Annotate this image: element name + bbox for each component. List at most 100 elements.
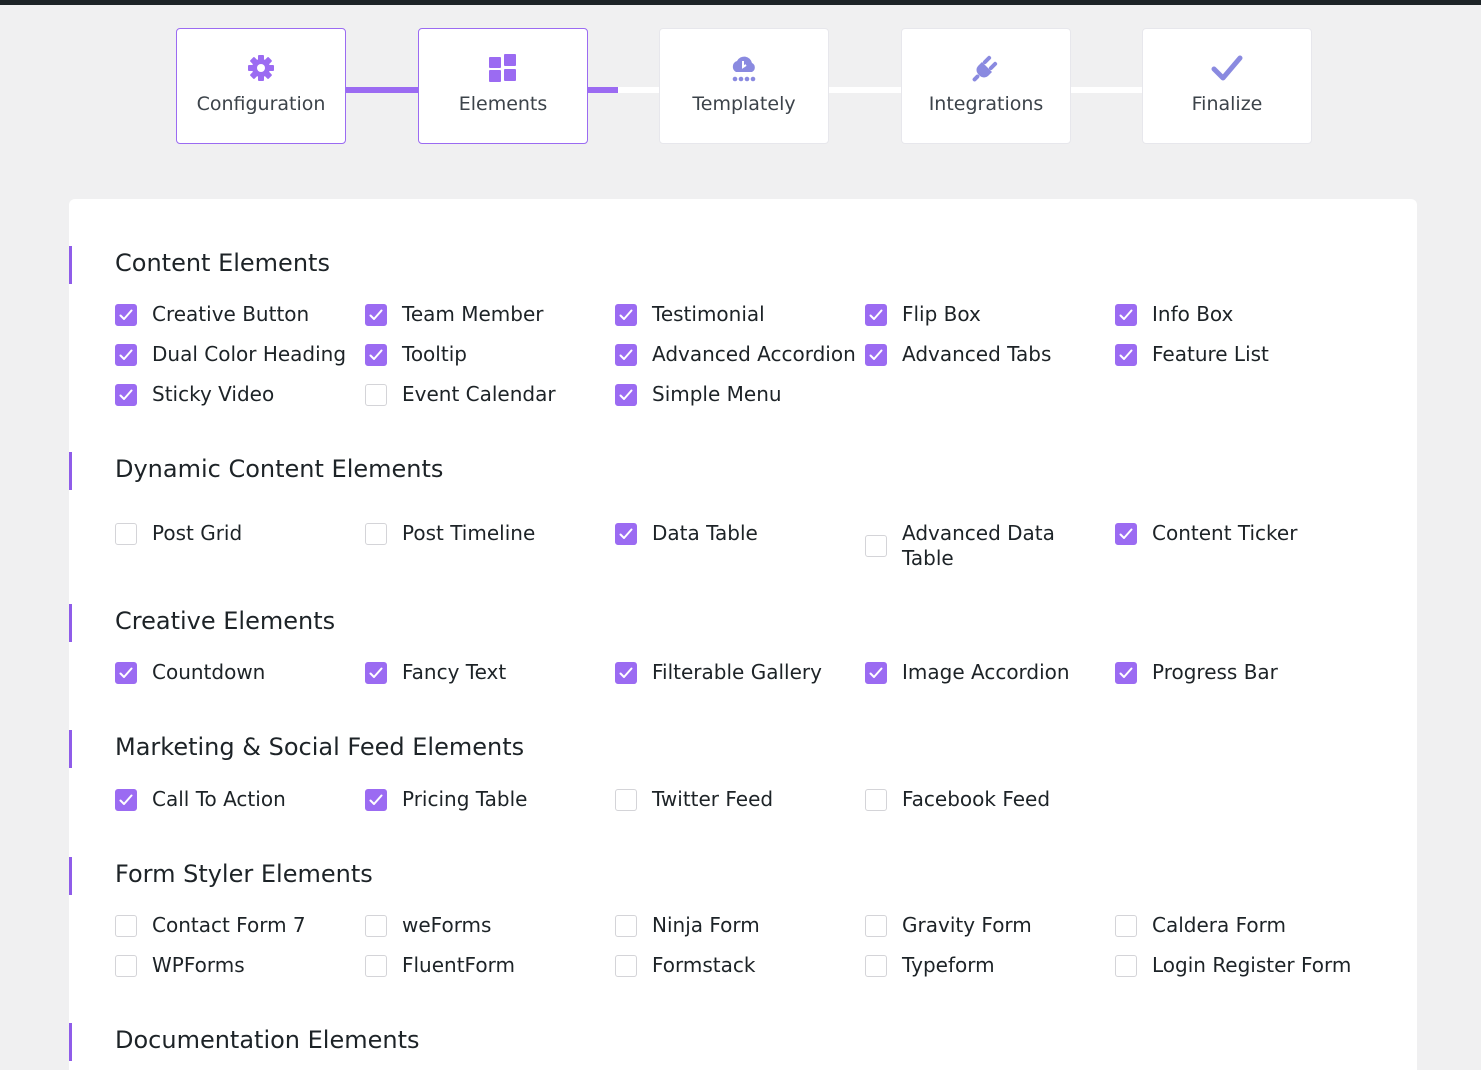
element-label: WPForms [152,953,245,977]
element-toggle-dual-color-heading[interactable]: Dual Color Heading [115,342,355,367]
checkbox-unchecked[interactable] [865,788,887,811]
element-label: Gravity Form [902,913,1032,937]
element-toggle-tooltip[interactable]: Tooltip [365,342,605,367]
step-connector-2-progress [587,87,618,93]
element-toggle-feature-list[interactable]: Feature List [1115,342,1355,367]
checkbox-checked[interactable] [365,788,387,811]
element-toggle-wpforms[interactable]: WPForms [115,953,355,978]
checkbox-unchecked[interactable] [365,954,387,977]
step-finalize[interactable]: Finalize [1142,28,1312,144]
element-toggle-event-calendar[interactable]: Event Calendar [365,382,605,407]
element-toggle-facebook-feed[interactable]: Facebook Feed [865,787,1105,812]
checkbox-unchecked[interactable] [865,954,887,977]
checkbox-checked[interactable] [865,343,887,366]
element-toggle-caldera-form[interactable]: Caldera Form [1115,913,1355,938]
section-title-content-elements: Content Elements [115,249,330,277]
checkbox-checked[interactable] [365,343,387,366]
checkbox-checked[interactable] [115,788,137,811]
element-toggle-ninja-form[interactable]: Ninja Form [615,913,855,938]
element-toggle-data-table[interactable]: Data Table [615,521,855,546]
checkbox-checked[interactable] [365,303,387,326]
element-toggle-fluentform[interactable]: FluentForm [365,953,605,978]
section-accent-bar [69,452,72,490]
element-toggle-post-timeline[interactable]: Post Timeline [365,521,605,546]
checkbox-unchecked[interactable] [1115,954,1137,977]
checkbox-checked[interactable] [865,661,887,684]
checkbox-unchecked[interactable] [615,954,637,977]
checkbox-unchecked[interactable] [865,535,887,557]
setup-wizard-stepper: Configuration Elements Templately Integr… [0,0,1481,180]
step-connector-4 [1070,87,1143,93]
element-toggle-filterable-gallery[interactable]: Filterable Gallery [615,660,855,685]
checkbox-unchecked[interactable] [865,914,887,937]
checkbox-unchecked[interactable] [115,954,137,977]
step-elements[interactable]: Elements [418,28,588,144]
element-toggle-progress-bar[interactable]: Progress Bar [1115,660,1355,685]
checkbox-checked[interactable] [115,303,137,326]
step-integrations[interactable]: Integrations [901,28,1071,144]
checkbox-checked[interactable] [865,303,887,326]
element-toggle-creative-button[interactable]: Creative Button [115,302,355,327]
checkbox-unchecked[interactable] [115,914,137,937]
section-title-dynamic-content-elements: Dynamic Content Elements [115,455,444,483]
element-toggle-testimonial[interactable]: Testimonial [615,302,855,327]
element-toggle-call-to-action[interactable]: Call To Action [115,787,355,812]
element-toggle-advanced-accordion[interactable]: Advanced Accordion [615,342,856,367]
checkbox-checked[interactable] [115,661,137,684]
checkbox-unchecked[interactable] [115,522,137,545]
element-label: Login Register Form [1152,953,1352,977]
checkmark-icon [1119,667,1133,678]
checkbox-checked[interactable] [615,522,637,545]
element-toggle-twitter-feed[interactable]: Twitter Feed [615,787,855,812]
checkbox-checked[interactable] [365,661,387,684]
checkbox-checked[interactable] [1115,661,1137,684]
element-toggle-countdown[interactable]: Countdown [115,660,355,685]
element-toggle-formstack[interactable]: Formstack [615,953,855,978]
element-label: Fancy Text [402,660,507,684]
element-toggle-gravity-form[interactable]: Gravity Form [865,913,1105,938]
checkbox-checked[interactable] [1115,522,1137,545]
checkbox-checked[interactable] [615,661,637,684]
checkbox-checked[interactable] [1115,303,1137,326]
checkbox-checked[interactable] [615,383,637,406]
checkmark-icon [369,794,383,805]
element-toggle-pricing-table[interactable]: Pricing Table [365,787,605,812]
element-toggle-simple-menu[interactable]: Simple Menu [615,382,855,407]
element-toggle-contact-form-7[interactable]: Contact Form 7 [115,913,355,938]
checkbox-checked[interactable] [615,303,637,326]
checkbox-unchecked[interactable] [365,522,387,545]
element-toggle-advanced-tabs[interactable]: Advanced Tabs [865,342,1105,367]
checkmark-icon [119,309,133,320]
checkbox-checked[interactable] [1115,343,1137,366]
element-toggle-login-register-form[interactable]: Login Register Form [1115,953,1355,978]
element-label: Progress Bar [1152,660,1278,684]
checkbox-unchecked[interactable] [615,914,637,937]
checkmark-icon [619,349,633,360]
checkbox-unchecked[interactable] [365,914,387,937]
element-toggle-content-ticker[interactable]: Content Ticker [1115,521,1355,546]
element-toggle-advanced-data-table[interactable]: Advanced Data Table [865,521,1105,571]
checkbox-unchecked[interactable] [365,383,387,406]
element-toggle-info-box[interactable]: Info Box [1115,302,1355,327]
element-toggle-team-member[interactable]: Team Member [365,302,605,327]
element-toggle-typeform[interactable]: Typeform [865,953,1105,978]
checkbox-checked[interactable] [115,383,137,406]
step-configuration[interactable]: Configuration [176,28,346,144]
checkbox-checked[interactable] [115,343,137,366]
element-label: Filterable Gallery [652,660,822,684]
element-toggle-weforms[interactable]: weForms [365,913,605,938]
gear-icon [244,51,278,85]
element-toggle-post-grid[interactable]: Post Grid [115,521,355,546]
checkbox-unchecked[interactable] [615,788,637,811]
element-toggle-image-accordion[interactable]: Image Accordion [865,660,1105,685]
element-toggle-sticky-video[interactable]: Sticky Video [115,382,355,407]
element-label: Countdown [152,660,266,684]
checkbox-checked[interactable] [615,343,637,366]
element-label: Event Calendar [402,382,556,406]
section-title-form-styler-elements: Form Styler Elements [115,860,373,888]
element-toggle-flip-box[interactable]: Flip Box [865,302,1105,327]
checkmark-icon [1119,309,1133,320]
step-templately[interactable]: Templately [659,28,829,144]
checkbox-unchecked[interactable] [1115,914,1137,937]
element-toggle-fancy-text[interactable]: Fancy Text [365,660,605,685]
